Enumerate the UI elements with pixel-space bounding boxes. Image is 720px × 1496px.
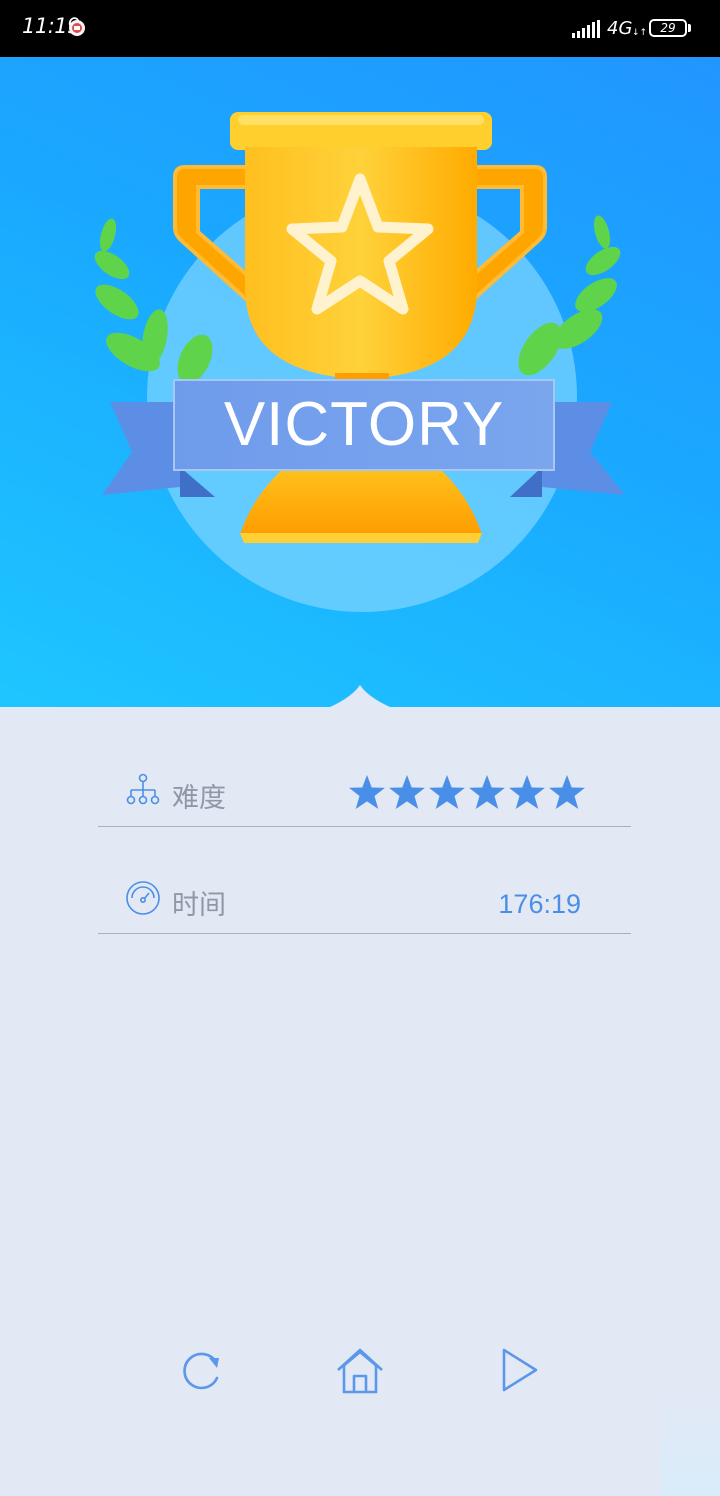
- battery-level: 29: [660, 21, 676, 35]
- result-stats: 难度 时间 176:19: [98, 760, 631, 934]
- play-icon: [502, 1348, 538, 1392]
- star-icon: [469, 775, 505, 809]
- action-bar: [0, 1340, 720, 1420]
- signal-icon: [572, 20, 600, 38]
- battery-tip: [688, 24, 691, 32]
- star-icon: [429, 775, 465, 809]
- time-value: 176:19: [498, 889, 581, 919]
- hierarchy-icon: [126, 773, 160, 805]
- home-icon: [337, 1348, 383, 1394]
- time-row: 时间 176:19: [98, 867, 631, 934]
- corner-glow: [660, 1386, 720, 1496]
- stopwatch-icon: [126, 881, 160, 915]
- star-icon: [349, 775, 385, 809]
- refresh-icon: [183, 1352, 219, 1390]
- trophy-illustration: [94, 112, 625, 707]
- difficulty-stars: [347, 772, 587, 812]
- star-icon: [549, 775, 585, 809]
- network-type: 4G: [607, 18, 633, 39]
- star-icon: [389, 775, 425, 809]
- difficulty-row: 难度: [98, 760, 631, 827]
- time-label: 时间: [172, 890, 226, 921]
- network-activity: ↓↑: [632, 28, 648, 38]
- star-icon: [509, 775, 545, 809]
- restart-button[interactable]: [172, 1340, 232, 1400]
- battery-icon: 29: [649, 19, 687, 37]
- victory-hero: VICTORY: [0, 57, 720, 707]
- victory-banner-text: VICTORY: [223, 390, 505, 459]
- difficulty-label: 难度: [172, 783, 226, 814]
- next-button[interactable]: [490, 1340, 550, 1400]
- status-bar: 11:19 4G ↓↑ 29: [0, 0, 720, 57]
- app-notification-icon: [69, 20, 85, 36]
- home-button[interactable]: [330, 1340, 390, 1400]
